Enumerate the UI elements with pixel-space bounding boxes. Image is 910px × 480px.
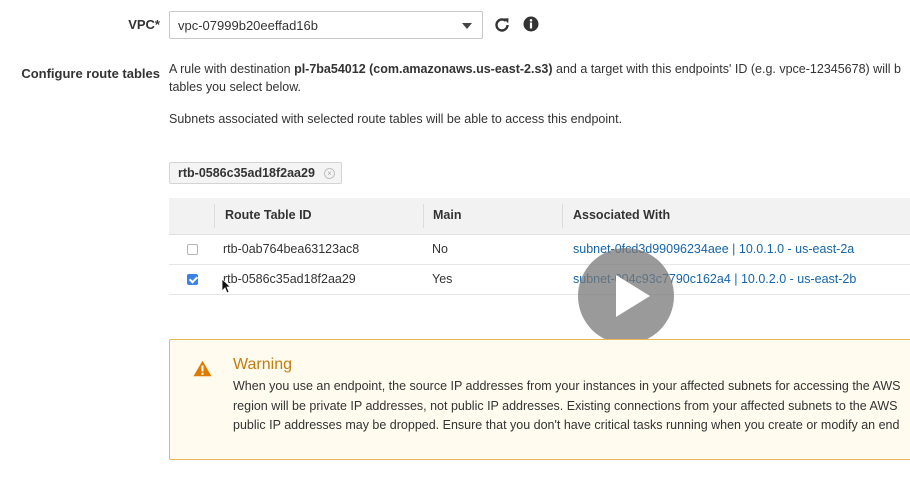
warning-alert: Warning When you use an endpoint, the so…: [169, 339, 910, 460]
mouse-cursor-icon: [221, 278, 231, 294]
column-separator: [423, 204, 424, 228]
route-rule-description: A rule with destination pl-7ba54012 (com…: [169, 61, 901, 78]
play-icon: [616, 275, 650, 317]
column-separator: [562, 204, 563, 228]
vpc-select-value: vpc-07999b20eeffad16b: [178, 18, 318, 33]
warning-message: When you use an endpoint, the source IP …: [233, 377, 901, 436]
clear-chip-icon[interactable]: ×: [323, 168, 335, 179]
column-header-route-table-id[interactable]: Route Table ID: [225, 208, 312, 222]
selected-route-table-chip: rtb-0586c35ad18f2aa29 ×: [169, 162, 342, 184]
refresh-icon[interactable]: [492, 15, 512, 35]
caret-down-icon: [462, 23, 472, 29]
warning-line: When you use an endpoint, the source IP …: [233, 379, 901, 393]
vpc-label: VPC*: [128, 17, 160, 32]
subnets-note: Subnets associated with selected route t…: [169, 112, 623, 126]
warning-line: region will be private IP addresses, not…: [233, 398, 898, 413]
desc-suffix: and a target with this endpoints' ID (e.…: [552, 62, 901, 76]
route-tables-label: Configure route tables: [21, 66, 160, 81]
route-table-id: rtb-0586c35ad18f2aa29: [223, 272, 356, 286]
info-icon[interactable]: [523, 16, 539, 32]
vpc-select[interactable]: vpc-07999b20eeffad16b: [169, 11, 483, 39]
column-header-associated-with[interactable]: Associated With: [573, 208, 670, 222]
route-rule-description-line2: tables you select below.: [169, 80, 302, 94]
column-header-main[interactable]: Main: [433, 208, 461, 222]
route-table-id: rtb-0ab764bea63123ac8: [223, 242, 360, 256]
row-checkbox[interactable]: [187, 274, 198, 285]
main-value: No: [432, 242, 448, 256]
main-value: Yes: [432, 272, 453, 286]
destination-prefix-list: pl-7ba54012 (com.amazonaws.us-east-2.s3): [294, 62, 553, 76]
warning-title: Warning: [233, 356, 292, 373]
chip-label: rtb-0586c35ad18f2aa29: [178, 166, 315, 180]
desc-prefix: A rule with destination: [169, 62, 295, 76]
warning-icon: [193, 360, 212, 377]
video-play-button[interactable]: [578, 248, 674, 344]
table-row[interactable]: rtb-0ab764bea63123ac8 No subnet-0fcd3d99…: [169, 235, 910, 265]
row-checkbox[interactable]: [187, 244, 198, 255]
warning-line: public IP addresses may be dropped. Ensu…: [233, 418, 900, 432]
column-separator: [214, 204, 215, 228]
route-table-header: Route Table ID Main Associated With: [169, 198, 910, 235]
table-row[interactable]: rtb-0586c35ad18f2aa29 Yes subnet-004c93c…: [169, 265, 910, 295]
